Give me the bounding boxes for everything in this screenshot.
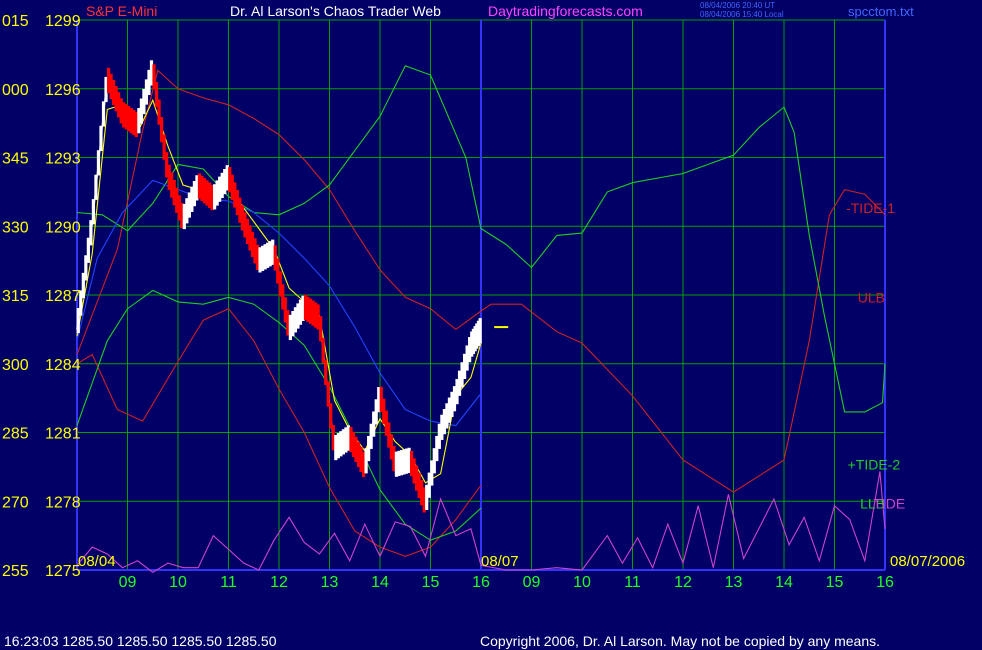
x-tick-label: 10 (573, 574, 591, 591)
copyright: Copyright 2006, Dr. Al Larson. May not b… (480, 633, 880, 649)
price-axis-label: 1296 (45, 82, 81, 99)
chart-title: Dr. Al Larson's Chaos Trader Web (230, 3, 441, 19)
annotation-tide: TIDE (873, 496, 905, 512)
price-bar (96, 150, 101, 176)
price-bar (324, 359, 328, 385)
price-bar (329, 403, 333, 429)
price-bar (478, 318, 482, 344)
x-tick-label: 13 (321, 574, 339, 591)
timestamp-ut: 08/04/2006 20:40 UT (700, 1, 775, 10)
price-bar (326, 381, 330, 407)
left-axis-label: 255 (2, 563, 29, 580)
left-axis-label: 345 (2, 151, 29, 168)
x-tick-label: 16 (876, 574, 894, 591)
left-axis-labels: 015 000 345 330 315 300 285 270 255 (2, 13, 29, 580)
left-axis-label: 330 (2, 219, 29, 236)
left-axis-label: 270 (2, 494, 29, 511)
x-tick-label: 10 (169, 574, 187, 591)
x-tick-label: 11 (220, 574, 237, 591)
data-file-name: spcctom.txt (848, 4, 914, 19)
price-axis-label: 1293 (45, 151, 81, 168)
chart: Dr. Al Larson's Chaos Trader Web S&P E-M… (0, 0, 982, 650)
price-axis-label: 1287 (45, 288, 81, 305)
x-tick-label: 11 (624, 574, 641, 591)
price-bar (91, 199, 96, 225)
x-tick-label: 16 (472, 574, 490, 591)
price-bar (319, 316, 323, 342)
x-tick-label: 09 (523, 574, 541, 591)
price-axis-labels: 1299 1296 1293 1290 1287 1284 1281 1278 1275 (45, 13, 81, 580)
price-bar (101, 101, 106, 127)
timestamp-local: 08/04/2006 15:40 Local (700, 10, 784, 19)
price-axis-label: 1281 (45, 426, 81, 443)
x-tick-label: 15 (422, 574, 440, 591)
price-bar (321, 337, 325, 364)
x-tick-label: 12 (270, 574, 288, 591)
date-label-end: 08/07/2006 (890, 553, 965, 570)
annotation-ulb: ULB (858, 289, 885, 305)
site-link[interactable]: Daytradingforecasts.com (488, 3, 643, 19)
left-axis-label: 285 (2, 426, 29, 443)
price-axis-label: 1278 (45, 494, 81, 511)
date-label-mid: 08/07 (481, 553, 519, 570)
x-tick-label: 13 (725, 574, 743, 591)
x-tick-label: 09 (119, 574, 137, 591)
annotation-tide-2: +TIDE-2 (848, 457, 901, 473)
x-tick-label: 15 (826, 574, 844, 591)
price-axis-label: 1299 (45, 13, 81, 30)
price-axis-label: 1284 (45, 357, 81, 374)
left-axis-label: 315 (2, 288, 29, 305)
x-tick-label: 14 (775, 574, 793, 591)
symbol-label: S&P E-Mini (86, 3, 157, 19)
price-axis-label: 1275 (45, 563, 81, 580)
price-bar (94, 174, 98, 200)
left-axis-label: 300 (2, 357, 29, 374)
date-label-start: 08/04 (78, 553, 116, 570)
price-bar (99, 125, 103, 152)
x-tick-label: 14 (371, 574, 389, 591)
annotation-tide-1: -TIDE-1 (846, 200, 895, 216)
price-axis-label: 1290 (45, 219, 81, 236)
x-tick-label: 12 (674, 574, 692, 591)
last-quote: 16:23:03 1285.50 1285.50 1285.50 1285.50 (4, 633, 277, 649)
left-axis-label: 015 (2, 13, 29, 30)
left-axis-label: 000 (2, 82, 29, 99)
